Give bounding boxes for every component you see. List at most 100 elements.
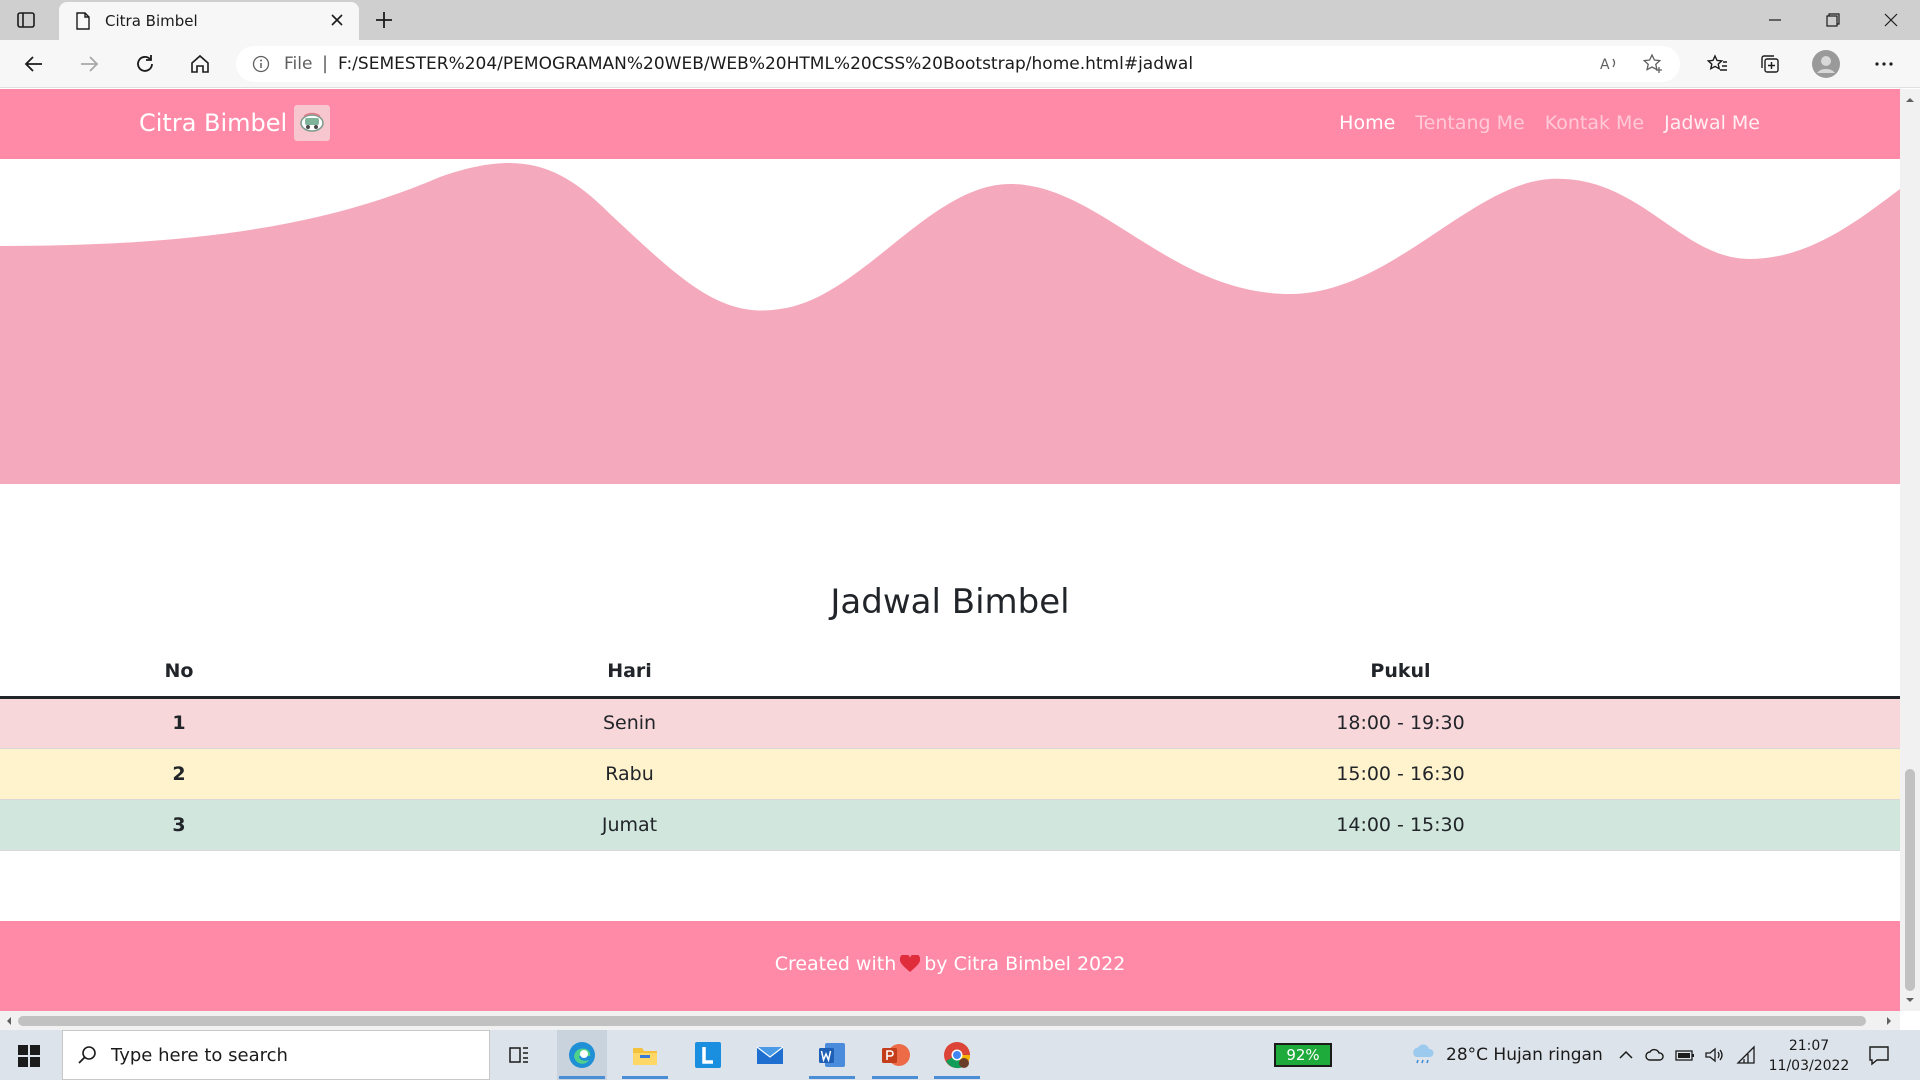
back-arrow-icon (24, 56, 42, 72)
browser-tab-bar: Citra Bimbel (0, 0, 1920, 40)
system-clock[interactable]: 21:07 11/03/2022 (1766, 1036, 1852, 1076)
close-icon (1884, 13, 1898, 27)
search-placeholder: Type here to search (111, 1045, 288, 1066)
speaker-icon[interactable] (1704, 1045, 1724, 1065)
folder-icon (633, 1048, 657, 1065)
info-icon[interactable] (252, 55, 270, 73)
wifi-icon[interactable] (1736, 1045, 1756, 1065)
footer-text-before: Created with (774, 953, 897, 975)
task-view-button[interactable] (494, 1030, 544, 1080)
battery-indicator[interactable]: 92% (1274, 1043, 1332, 1067)
cell-pukul: 14:00 - 15:30 (901, 799, 1900, 851)
refresh-button[interactable] (131, 50, 159, 78)
read-aloud-icon[interactable]: A (1598, 53, 1620, 75)
onedrive-cloud-icon[interactable] (1645, 1045, 1665, 1065)
scroll-down-icon[interactable] (1905, 995, 1915, 1005)
search-icon (78, 1046, 96, 1064)
column-header-pukul: Pukul (901, 647, 1900, 699)
edge-icon (569, 1042, 595, 1068)
scroll-up-icon[interactable] (1905, 95, 1915, 105)
weather-text[interactable]: 28°C Hujan ringan (1446, 1045, 1603, 1065)
table-row: 2 Rabu 15:00 - 16:30 (0, 748, 1900, 800)
taskbar-powerpoint[interactable] (870, 1030, 920, 1080)
forward-arrow-icon (81, 56, 99, 72)
footer-text-after: by Citra Bimbel 2022 (924, 953, 1126, 975)
minimize-icon (1769, 19, 1781, 21)
weather-rain-icon[interactable] (1410, 1043, 1436, 1065)
schedule-table: No Hari Pukul 1 Senin 18:00 - 19:30 2 Ra… (0, 647, 1900, 851)
clock-time: 21:07 (1788, 1038, 1830, 1054)
new-tab-icon[interactable] (372, 8, 396, 32)
avatar-icon (1812, 50, 1840, 78)
column-header-hari: Hari (358, 647, 901, 699)
cell-no: 1 (0, 697, 358, 749)
favorites-icon (1706, 54, 1727, 71)
vertical-scroll-thumb[interactable] (1905, 769, 1915, 991)
home-button[interactable] (186, 50, 214, 78)
horizontal-scrollbar[interactable] (0, 1011, 1900, 1030)
table-row: 1 Senin 18:00 - 19:30 (0, 697, 1900, 749)
vertical-scrollbar[interactable] (1900, 89, 1920, 1011)
collections-icon (1761, 55, 1779, 73)
close-tab-icon[interactable] (327, 10, 347, 30)
collections-button[interactable] (1756, 50, 1784, 78)
add-favorite-icon[interactable] (1642, 53, 1664, 75)
taskbar-word[interactable] (807, 1030, 857, 1080)
svg-text:A: A (1600, 57, 1610, 73)
heart-icon (900, 955, 921, 972)
close-window-button[interactable] (1868, 6, 1914, 34)
page-viewport: Citra Bimbel Home Tentang Me Kontak Me J… (0, 89, 1900, 1011)
powerpoint-icon (882, 1044, 910, 1066)
taskbar-mail[interactable] (745, 1030, 795, 1080)
battery-tray-icon[interactable] (1675, 1045, 1695, 1065)
scroll-left-icon[interactable] (4, 1016, 14, 1026)
minimize-button[interactable] (1752, 6, 1798, 34)
brand-logo (294, 105, 330, 141)
notification-icon[interactable] (1868, 1044, 1890, 1066)
nav-link-tentang[interactable]: Tentang Me (1415, 112, 1524, 134)
taskbar-app-l[interactable] (683, 1030, 733, 1080)
cell-hari: Senin (358, 697, 901, 749)
site-footer: Created with by Citra Bimbel 2022 (0, 921, 1900, 1011)
column-header-no: No (0, 647, 358, 699)
home-icon (191, 54, 209, 73)
nav-link-home[interactable]: Home (1339, 112, 1395, 134)
navbar-brand[interactable]: Citra Bimbel (139, 109, 287, 137)
scroll-right-icon[interactable] (1884, 1016, 1894, 1026)
cell-pukul: 15:00 - 16:30 (901, 748, 1900, 800)
navbar-links: Home Tentang Me Kontak Me Jadwal Me (1339, 112, 1760, 134)
nav-link-jadwal[interactable]: Jadwal Me (1664, 112, 1760, 134)
back-button[interactable] (20, 50, 48, 78)
profile-button[interactable] (1812, 50, 1840, 78)
cell-hari: Jumat (358, 799, 901, 851)
table-header-row: No Hari Pukul (0, 647, 1900, 699)
windows-taskbar: Type here to search 92% 28°C Hujan ringa… (0, 1030, 1920, 1080)
restore-button[interactable] (1810, 6, 1856, 34)
browser-toolbar: File | F:/SEMESTER%204/PEMOGRAMAN%20WEB/… (0, 40, 1920, 88)
forward-button[interactable] (75, 50, 103, 78)
horizontal-scroll-thumb[interactable] (18, 1016, 1866, 1026)
browser-tab[interactable]: Citra Bimbel (59, 2, 359, 40)
chrome-icon (944, 1042, 971, 1069)
taskbar-chrome[interactable] (932, 1030, 982, 1080)
taskbar-file-explorer[interactable] (620, 1030, 670, 1080)
windows-start-icon[interactable] (18, 1045, 40, 1067)
tab-actions-icon[interactable] (16, 10, 36, 30)
schedule-title: Jadwal Bimbel (830, 582, 1070, 622)
decorative-wave (0, 163, 1900, 484)
clock-date: 11/03/2022 (1768, 1058, 1850, 1074)
address-url[interactable]: F:/SEMESTER%204/PEMOGRAMAN%20WEB/WEB%20H… (338, 54, 1193, 74)
chevron-up-icon[interactable] (1616, 1045, 1636, 1065)
l-app-icon (695, 1042, 721, 1068)
favorites-button[interactable] (1703, 50, 1731, 78)
nav-link-kontak[interactable]: Kontak Me (1545, 112, 1644, 134)
cell-no: 3 (0, 799, 358, 851)
address-scheme-label: File (284, 54, 313, 74)
refresh-icon (137, 55, 153, 72)
table-row: 3 Jumat 14:00 - 15:30 (0, 799, 1900, 851)
taskbar-edge[interactable] (557, 1030, 607, 1080)
taskbar-search-box[interactable]: Type here to search (62, 1030, 490, 1080)
settings-menu-button[interactable] (1870, 50, 1898, 78)
task-view-icon (509, 1047, 528, 1063)
address-bar[interactable]: File | F:/SEMESTER%204/PEMOGRAMAN%20WEB/… (236, 46, 1680, 82)
